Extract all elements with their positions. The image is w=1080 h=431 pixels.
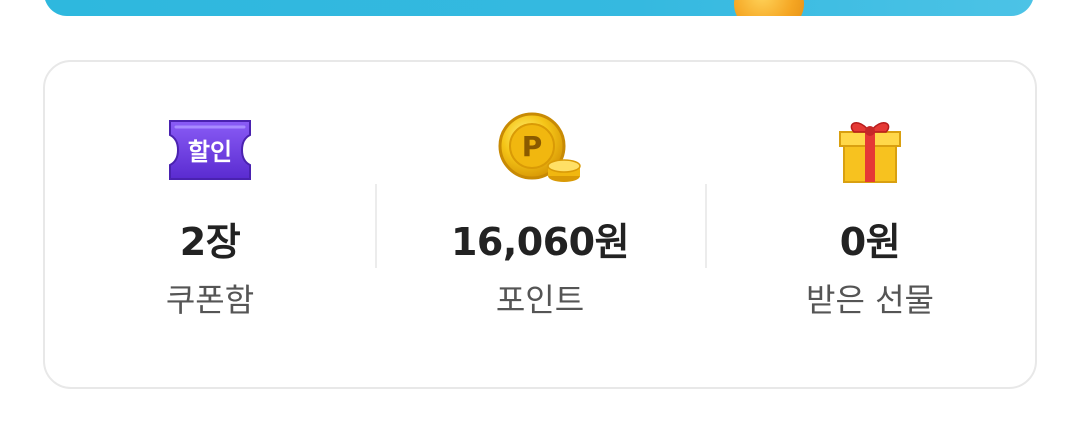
coupon-ticket-icon: 할인 <box>162 110 258 190</box>
coupon-count: 2장 <box>179 220 241 264</box>
svg-text:할인: 할인 <box>188 138 232 166</box>
points-label: 포인트 <box>495 281 585 319</box>
coupon-box-label: 쿠폰함 <box>165 281 255 319</box>
column-divider <box>705 184 707 268</box>
received-gifts-item[interactable]: 0원 받은 선물 <box>705 62 1035 387</box>
benefits-summary-card: 할인 2장 쿠폰함 P 16,060원 포인트 0원 받은 선물 <box>43 60 1037 389</box>
gift-box-icon <box>822 110 918 190</box>
promo-banner[interactable] <box>44 0 1034 16</box>
banner-decoration <box>734 0 804 16</box>
points-amount: 16,060원 <box>450 220 630 264</box>
point-coin-icon: P <box>492 110 588 190</box>
gift-amount: 0원 <box>839 220 901 264</box>
points-item[interactable]: P 16,060원 포인트 <box>375 62 705 387</box>
column-divider <box>375 184 377 268</box>
coupon-box-item[interactable]: 할인 2장 쿠폰함 <box>45 62 375 387</box>
svg-text:P: P <box>522 130 543 163</box>
received-gifts-label: 받은 선물 <box>806 281 934 319</box>
